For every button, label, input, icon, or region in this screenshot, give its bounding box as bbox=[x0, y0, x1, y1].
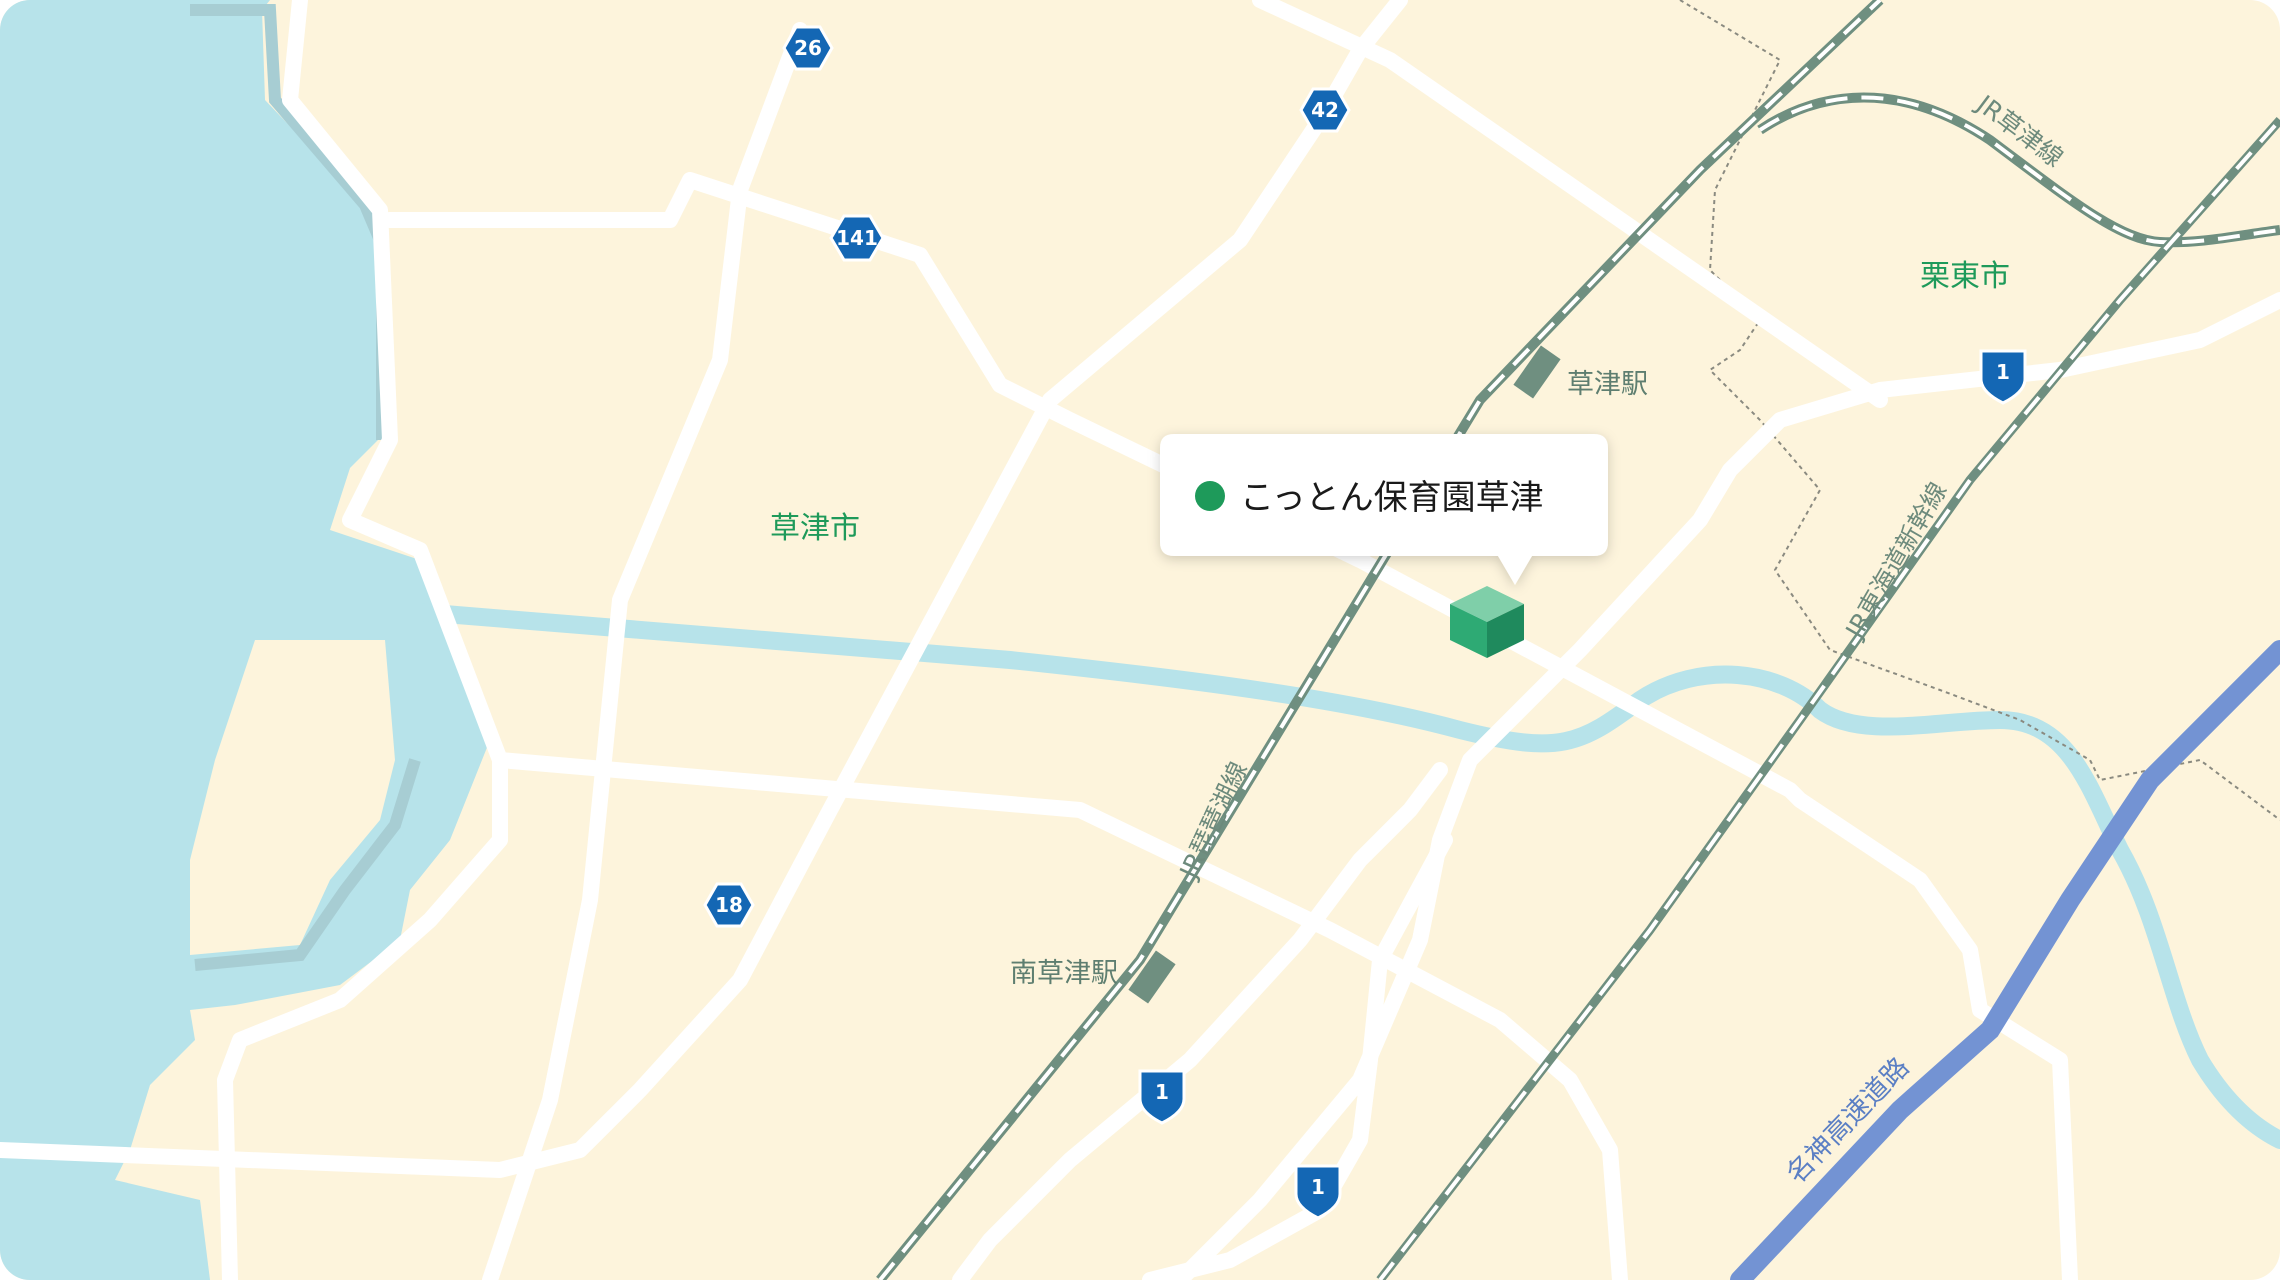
city-label-ritto: 栗東市 bbox=[1920, 259, 2010, 294]
callout-title: こっとん保育園草津 bbox=[1240, 478, 1544, 518]
svg-text:1: 1 bbox=[1996, 360, 2010, 384]
location-dot-icon bbox=[1195, 481, 1225, 511]
route-shield-18: 18 bbox=[703, 882, 755, 928]
svg-text:141: 141 bbox=[836, 226, 878, 250]
city-label-kusatsu: 草津市 bbox=[770, 511, 860, 546]
route-shield-141: 141 bbox=[829, 214, 885, 262]
svg-text:18: 18 bbox=[715, 893, 743, 917]
station-label-kusatsu: 草津駅 bbox=[1567, 369, 1648, 400]
station-label-minami-kusatsu: 南草津駅 bbox=[1010, 958, 1118, 989]
svg-text:1: 1 bbox=[1155, 1080, 1169, 1104]
svg-text:26: 26 bbox=[794, 36, 822, 60]
route-shield-42: 42 bbox=[1299, 87, 1351, 133]
svg-text:1: 1 bbox=[1311, 1175, 1325, 1199]
svg-text:42: 42 bbox=[1311, 98, 1339, 122]
route-shield-26: 26 bbox=[782, 25, 834, 71]
map-canvas[interactable]: 草津市 栗東市 草津駅 南草津駅 JR琵琶湖線 JR草津線 JR東海道新幹線 名… bbox=[0, 0, 2280, 1280]
